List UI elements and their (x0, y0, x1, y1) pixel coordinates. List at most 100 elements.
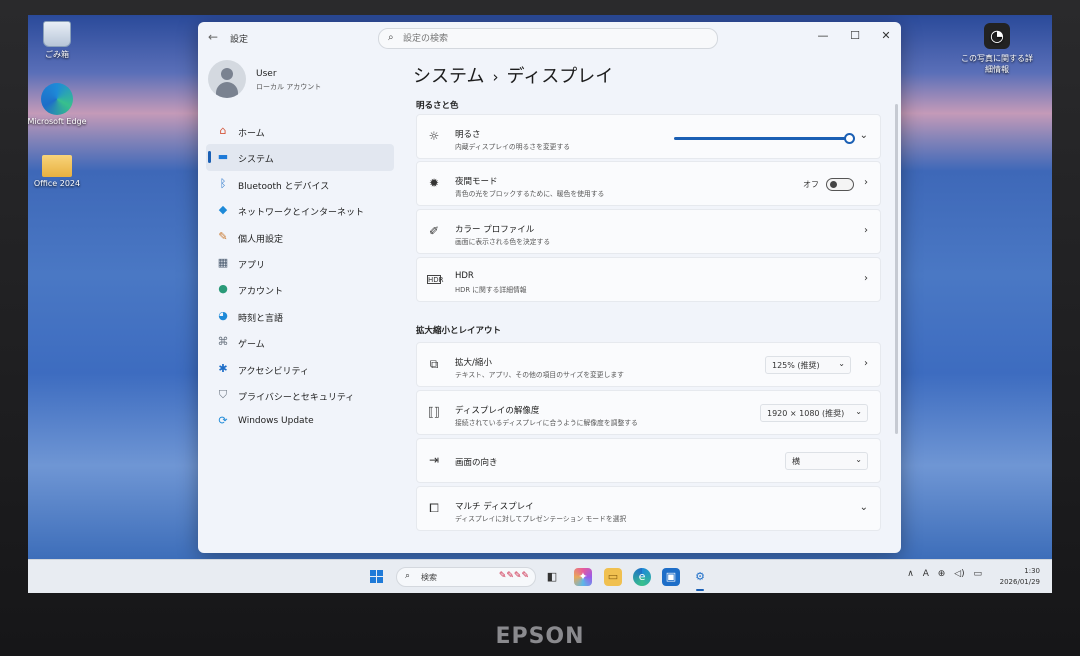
sidebar-item-bluetooth[interactable]: ᛒ Bluetooth とデバイス (206, 171, 394, 197)
chevron-down-icon: ⌄ (855, 407, 862, 416)
breadcrumb: システム › ディスプレイ (413, 62, 613, 88)
photo-info-label-1: この写真に関する詳 (961, 54, 1033, 63)
sidebar-item-label: システム (238, 155, 274, 166)
chevron-right-icon[interactable]: › (864, 177, 868, 188)
color-profile-card[interactable]: ✐ カラー プロファイル 画面に表示される色を決定する › (416, 209, 881, 254)
chevron-right-icon[interactable]: › (864, 273, 868, 284)
settings-search-box[interactable]: ⌕ (378, 28, 718, 49)
search-icon: ⌕ (405, 571, 411, 581)
sidebar-item-windows-update[interactable]: ⟳ Windows Update (206, 408, 394, 434)
taskbar-search-label: 検索 (421, 573, 437, 582)
start-button[interactable] (370, 570, 384, 584)
search-highlight-icon: ✎✎✎✎ (498, 571, 529, 581)
sun-icon: ☼ (428, 129, 440, 143)
desktop-icon-recycle-bin[interactable]: ごみ箱 (28, 21, 92, 60)
clock[interactable]: 1:30 2026/01/29 (1000, 566, 1040, 588)
setting-subtitle: HDR に関する詳細情報 (455, 286, 527, 294)
chevron-down-icon[interactable]: ⌄ (860, 502, 868, 513)
store-icon[interactable]: ▣ (662, 568, 680, 586)
photo-info-label-2: 細情報 (985, 65, 1009, 74)
battery-icon[interactable]: ▭ (973, 569, 982, 579)
dropdown-value: 125% (推奨) (772, 361, 820, 370)
breadcrumb-parent[interactable]: システム (413, 66, 484, 87)
resolution-dropdown[interactable]: 1920 × 1080 (推奨) ⌄ (760, 404, 868, 422)
sidebar-item-label: Windows Update (238, 416, 314, 427)
network-tray-icon[interactable]: ⊕ (938, 569, 946, 579)
globe-icon: ◕ (218, 308, 228, 322)
account-icon: ● (218, 282, 228, 296)
tray-overflow-chevron[interactable]: ∧ (907, 569, 914, 579)
scale-card[interactable]: ⧉ 拡大/縮小 テキスト、アプリ、その他の項目のサイズを変更します 125% (… (416, 342, 881, 387)
system-icon: ▬ (217, 150, 229, 164)
copilot-icon[interactable]: ✦ (574, 568, 592, 586)
volume-icon[interactable]: ◁) (954, 569, 964, 579)
user-name: User (256, 69, 277, 79)
sidebar-item-time-language[interactable]: ◕ 時刻と言語 (206, 303, 394, 329)
orientation-dropdown[interactable]: 横 ⌄ (785, 452, 868, 470)
orientation-card[interactable]: ⇥ 画面の向き 横 ⌄ (416, 438, 881, 483)
chevron-right-icon[interactable]: › (864, 225, 868, 236)
sidebar-item-network[interactable]: ◆ ネットワークとインターネット (206, 197, 394, 223)
spotlight-photo-info[interactable]: ◔ この写真に関する詳 細情報 (952, 23, 1042, 75)
night-light-card[interactable]: ✹ 夜間モード 青色の光をブロックするために、暖色を使用する オフ › (416, 161, 881, 206)
setting-subtitle: 接続されているディスプレイに合うように解像度を調整する (455, 419, 638, 427)
close-button[interactable]: ✕ (871, 26, 901, 46)
settings-search-input[interactable] (403, 32, 703, 46)
scale-icon: ⧉ (429, 357, 439, 371)
ime-indicator[interactable]: A (923, 569, 929, 579)
folder-icon (42, 155, 72, 177)
brush-icon: ✎ (218, 229, 228, 243)
edge-icon[interactable]: e (633, 568, 651, 586)
taskbar-search-box[interactable]: ⌕ 検索 ✎✎✎✎ (396, 567, 536, 587)
account-type: ローカル アカウント (256, 83, 322, 91)
maximize-button[interactable]: ☐ (840, 26, 870, 46)
sidebar-item-home[interactable]: ⌂ ホーム (206, 118, 394, 144)
chevron-right-icon[interactable]: › (864, 358, 868, 369)
sidebar-item-personalization[interactable]: ✎ 個人用設定 (206, 224, 394, 250)
resolution-card[interactable]: ⟦⟧ ディスプレイの解像度 接続されているディスプレイに合うように解像度を調整す… (416, 390, 881, 435)
scrollbar[interactable] (895, 104, 898, 434)
setting-title: 夜間モード (455, 177, 498, 187)
desktop-icon-edge[interactable]: Microsoft Edge (28, 83, 92, 126)
brightness-slider-track[interactable] (674, 137, 849, 140)
task-view-icon[interactable]: ◧ (543, 568, 561, 586)
sidebar-item-label: 個人用設定 (238, 234, 284, 245)
sidebar-item-label: ホーム (238, 129, 265, 139)
shield-icon: ⛉ (218, 387, 228, 401)
brightness-card[interactable]: ☼ 明るさ 内蔵ディスプレイの明るさを変更する ⌄ (416, 114, 881, 159)
chevron-down-icon[interactable]: ⌄ (860, 130, 868, 141)
scale-dropdown[interactable]: 125% (推奨) ⌄ (765, 356, 851, 374)
setting-title: 画面の向き (455, 458, 498, 468)
brightness-slider-thumb[interactable] (844, 133, 855, 144)
back-arrow-icon[interactable]: ← (208, 30, 218, 44)
sidebar-nav: ⌂ ホーム ▬ システム ᛒ Bluetooth とデバイス ◆ ネットワークと… (206, 118, 394, 435)
settings-gear-icon[interactable]: ⚙ (691, 568, 709, 591)
desktop-icon-office[interactable]: Office 2024 (28, 155, 92, 188)
search-icon: ⌕ (388, 32, 394, 43)
night-light-toggle[interactable] (826, 178, 854, 191)
sidebar-item-accessibility[interactable]: ✱ アクセシビリティ (206, 356, 394, 382)
sidebar-item-gaming[interactable]: ⌘ ゲーム (206, 329, 394, 355)
user-profile[interactable]: User ローカル アカウント (208, 60, 388, 100)
sidebar-item-system[interactable]: ▬ システム (206, 144, 394, 171)
sidebar-item-apps[interactable]: ▦ アプリ (206, 250, 394, 276)
file-explorer-icon[interactable]: ▭ (604, 568, 622, 586)
chevron-down-icon: ⌄ (838, 359, 845, 368)
multi-display-card[interactable]: ⧠ マルチ ディスプレイ ディスプレイに対してプレゼンテーション モードを選択 … (416, 486, 881, 531)
network-icon: ◆ (218, 203, 228, 217)
hdr-card[interactable]: HDR HDR HDR に関する詳細情報 › (416, 257, 881, 302)
hdr-icon: HDR (427, 275, 444, 284)
sidebar-item-label: ネットワークとインターネット (238, 208, 365, 219)
minimize-button[interactable]: — (808, 26, 838, 46)
sidebar-item-label: アプリ (238, 260, 266, 271)
sidebar-item-privacy[interactable]: ⛉ プライバシーとセキュリティ (206, 382, 394, 408)
section-title-brightness-color: 明るさと色 (416, 101, 459, 111)
page-title: ディスプレイ (506, 66, 614, 87)
apps-icon: ▦ (217, 255, 229, 269)
monitor-brand-logo: EPSON (495, 624, 585, 649)
app-title: 設定 (230, 35, 249, 45)
sidebar-item-label: ゲーム (238, 340, 265, 351)
edge-icon (41, 83, 73, 115)
dropdown-value: 1920 × 1080 (推奨) (767, 409, 845, 418)
sidebar-item-accounts[interactable]: ● アカウント (206, 276, 394, 302)
